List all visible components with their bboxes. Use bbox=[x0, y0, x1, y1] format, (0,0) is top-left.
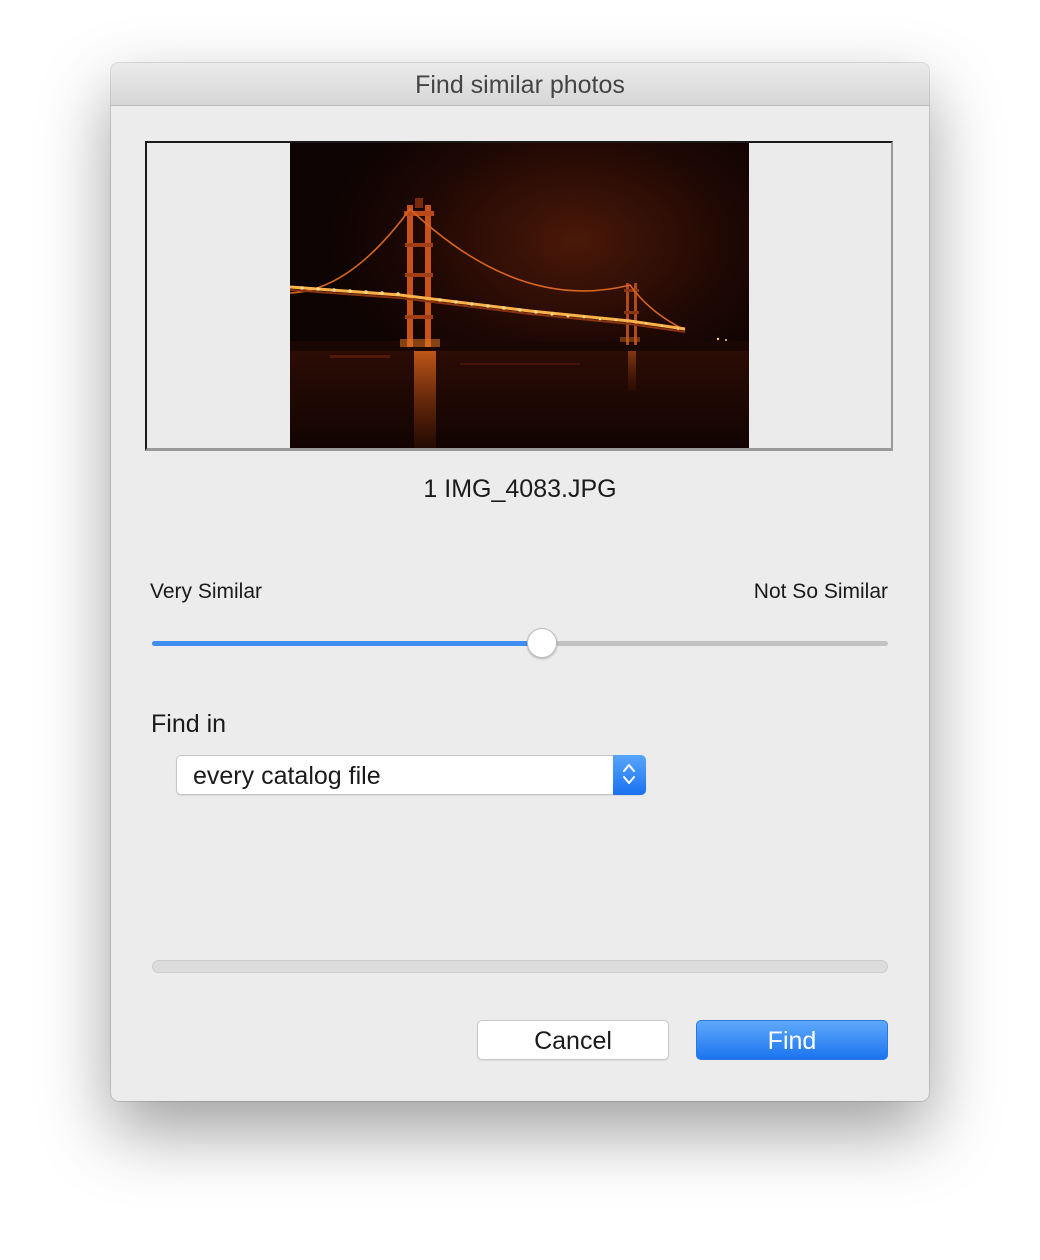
photo-thumbnail bbox=[290, 143, 749, 448]
dialog-title: Find similar photos bbox=[111, 63, 929, 106]
photo-preview-frame bbox=[145, 141, 893, 451]
photo-filename: 1 IMG_4083.JPG bbox=[423, 475, 617, 503]
find-in-selected-value: every catalog file bbox=[193, 762, 381, 790]
similarity-min-label: Very Similar bbox=[150, 580, 263, 603]
chevron-up-down-icon[interactable] bbox=[613, 755, 646, 795]
find-in-popup[interactable]: every catalog file bbox=[176, 755, 646, 795]
similarity-slider[interactable] bbox=[152, 626, 888, 662]
similarity-max-label: Not So Similar bbox=[753, 580, 888, 603]
cancel-button[interactable]: Cancel bbox=[477, 1020, 669, 1060]
find-similar-dialog: Find similar photos 1 IMG_4083.JPG Very … bbox=[111, 63, 929, 1101]
search-progress-bar bbox=[152, 960, 888, 973]
slider-thumb[interactable] bbox=[527, 628, 558, 658]
find-in-label: Find in bbox=[151, 710, 227, 738]
find-button[interactable]: Find bbox=[696, 1020, 888, 1060]
slider-fill bbox=[152, 641, 543, 646]
